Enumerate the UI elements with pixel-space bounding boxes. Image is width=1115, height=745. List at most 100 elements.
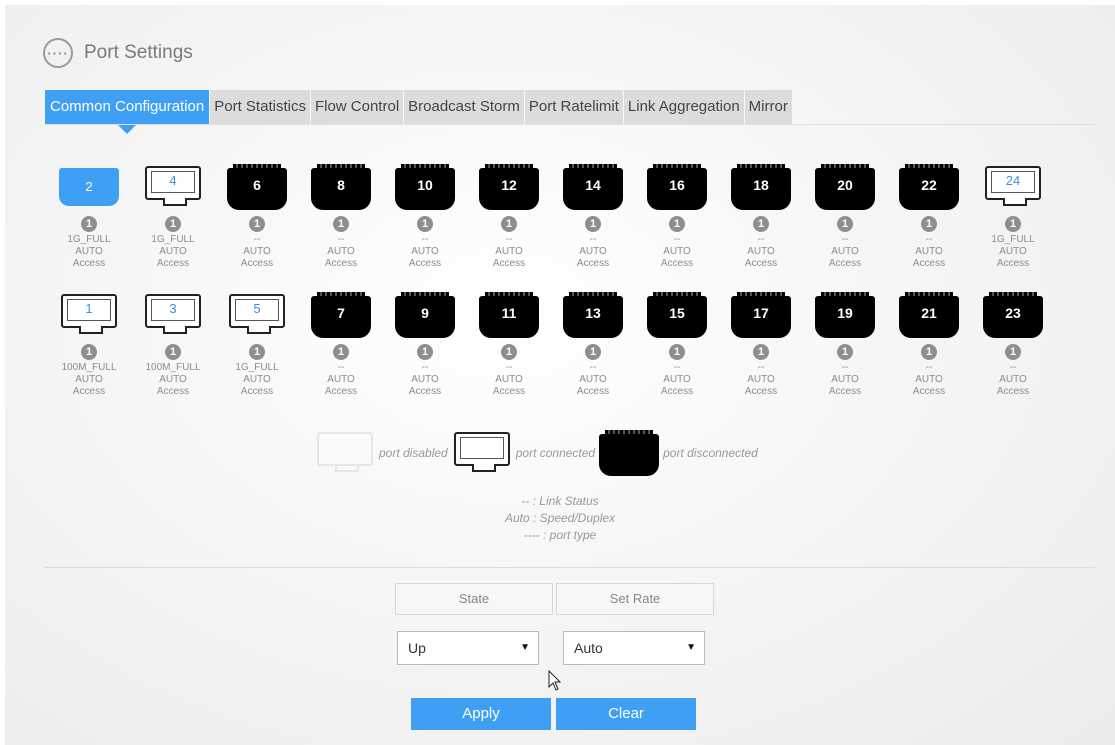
port-speed-text: AUTO (495, 246, 523, 257)
port-disconnected-icon: 14 (563, 164, 623, 210)
tab-flow-control[interactable]: Flow Control (310, 90, 404, 124)
port-10[interactable]: 10 1 -- AUTO Access (383, 164, 467, 270)
port-link-text: -- (337, 234, 345, 245)
tab-port-ratelimit[interactable]: Port Ratelimit (524, 90, 623, 124)
info-icon[interactable]: 1 (837, 344, 853, 360)
port-20[interactable]: 20 1 -- AUTO Access (803, 164, 887, 270)
port-link-text: -- (589, 234, 597, 245)
port-16[interactable]: 16 1 -- AUTO Access (635, 164, 719, 270)
port-speed-text: AUTO (999, 374, 1027, 385)
port-1[interactable]: 1 1 100M_FULL AUTO Access (47, 292, 131, 398)
port-disconnected-icon: 13 (563, 292, 623, 338)
info-icon[interactable]: 1 (501, 344, 517, 360)
info-icon[interactable]: 1 (585, 344, 601, 360)
port-14[interactable]: 14 1 -- AUTO Access (551, 164, 635, 270)
port-6[interactable]: 6 1 -- AUTO Access (215, 164, 299, 270)
port-18[interactable]: 18 1 -- AUTO Access (719, 164, 803, 270)
port-disconnected-legend-icon (599, 430, 660, 476)
port-disconnected-icon: 10 (395, 164, 455, 210)
section-divider (45, 567, 1095, 568)
legend-disconnected-label: port disconnected (663, 446, 758, 460)
info-icon[interactable]: 1 (921, 344, 937, 360)
port-connected-icon: 1 (59, 292, 119, 338)
legend-notes: -- : Link Status Auto : Speed/Duplex ---… (425, 493, 695, 544)
info-icon[interactable]: 1 (249, 344, 265, 360)
port-disconnected-icon: 17 (731, 292, 791, 338)
port-connected-icon: 24 (983, 164, 1043, 210)
info-icon[interactable]: 1 (333, 216, 349, 232)
port-12[interactable]: 12 1 -- AUTO Access (467, 164, 551, 270)
port-type-text: Access (156, 258, 190, 269)
info-icon[interactable]: 1 (501, 216, 517, 232)
info-icon[interactable]: 1 (165, 344, 181, 360)
apply-button[interactable]: Apply (411, 698, 551, 730)
tab-port-statistics[interactable]: Port Statistics (210, 90, 310, 124)
state-select[interactable]: Up ▼ (397, 631, 539, 665)
tab-link-aggregation[interactable]: Link Aggregation (623, 90, 744, 124)
port-17[interactable]: 17 1 -- AUTO Access (719, 292, 803, 398)
port-speed-text: AUTO (831, 374, 859, 385)
info-icon[interactable]: 1 (165, 216, 181, 232)
tab-broadcast-storm[interactable]: Broadcast Storm (404, 90, 524, 124)
port-type-text: Access (660, 386, 694, 397)
port-type-text: Access (744, 258, 778, 269)
port-type-text: Access (156, 386, 190, 397)
state-column-header: State (395, 583, 553, 615)
port-15[interactable]: 15 1 -- AUTO Access (635, 292, 719, 398)
info-icon[interactable]: 1 (669, 344, 685, 360)
port-13[interactable]: 13 1 -- AUTO Access (551, 292, 635, 398)
info-icon[interactable]: 1 (81, 344, 97, 360)
port-disconnected-icon: 21 (899, 292, 959, 338)
tab-mirror[interactable]: Mirror (744, 90, 792, 124)
port-2[interactable]: 2 1 1G_FULL AUTO Access (47, 164, 131, 270)
info-icon[interactable]: 1 (669, 216, 685, 232)
port-21[interactable]: 21 1 -- AUTO Access (887, 292, 971, 398)
port-type-text: Access (912, 386, 946, 397)
info-icon[interactable]: 1 (837, 216, 853, 232)
port-speed-text: AUTO (75, 246, 103, 257)
info-icon[interactable]: 1 (1005, 216, 1021, 232)
port-23[interactable]: 23 1 -- AUTO Access (971, 292, 1055, 398)
port-speed-text: AUTO (75, 374, 103, 385)
port-disconnected-icon: 19 (815, 292, 875, 338)
port-number: 11 (501, 305, 517, 321)
port-number: 1 (85, 301, 93, 316)
port-type-text: Access (996, 386, 1030, 397)
info-icon[interactable]: 1 (249, 216, 265, 232)
clear-button[interactable]: Clear (556, 698, 696, 730)
info-icon[interactable]: 1 (753, 344, 769, 360)
port-4[interactable]: 4 1 1G_FULL AUTO Access (131, 164, 215, 270)
port-3[interactable]: 3 1 100M_FULL AUTO Access (131, 292, 215, 398)
port-speed-text: AUTO (495, 374, 523, 385)
port-number: 10 (417, 177, 433, 193)
info-icon[interactable]: 1 (333, 344, 349, 360)
info-icon[interactable]: 1 (585, 216, 601, 232)
info-icon[interactable]: 1 (417, 344, 433, 360)
port-19[interactable]: 19 1 -- AUTO Access (803, 292, 887, 398)
port-link-text: -- (253, 234, 261, 245)
port-11[interactable]: 11 1 -- AUTO Access (467, 292, 551, 398)
info-icon[interactable]: 1 (81, 216, 97, 232)
info-icon[interactable]: 1 (753, 216, 769, 232)
info-icon[interactable]: 1 (417, 216, 433, 232)
port-9[interactable]: 9 1 -- AUTO Access (383, 292, 467, 398)
port-number: 17 (753, 305, 769, 321)
port-22[interactable]: 22 1 -- AUTO Access (887, 164, 971, 270)
info-icon[interactable]: 1 (1005, 344, 1021, 360)
more-dots-icon[interactable]: ···· (43, 38, 73, 68)
port-link-text: -- (841, 234, 849, 245)
port-5[interactable]: 5 1 1G_FULL AUTO Access (215, 292, 299, 398)
port-7[interactable]: 7 1 -- AUTO Access (299, 292, 383, 398)
info-icon[interactable]: 1 (921, 216, 937, 232)
set-rate-select[interactable]: Auto ▼ (563, 631, 705, 665)
port-link-text: 100M_FULL (61, 362, 117, 373)
port-number: 12 (501, 177, 517, 193)
port-speed-text: AUTO (663, 374, 691, 385)
port-link-text: -- (673, 234, 681, 245)
port-8[interactable]: 8 1 -- AUTO Access (299, 164, 383, 270)
port-connected-icon: 5 (227, 292, 287, 338)
port-24[interactable]: 24 1 1G_FULL AUTO Access (971, 164, 1055, 270)
port-type-text: Access (324, 258, 358, 269)
port-disconnected-icon: 12 (479, 164, 539, 210)
tab-common-configuration[interactable]: Common Configuration (45, 90, 210, 134)
